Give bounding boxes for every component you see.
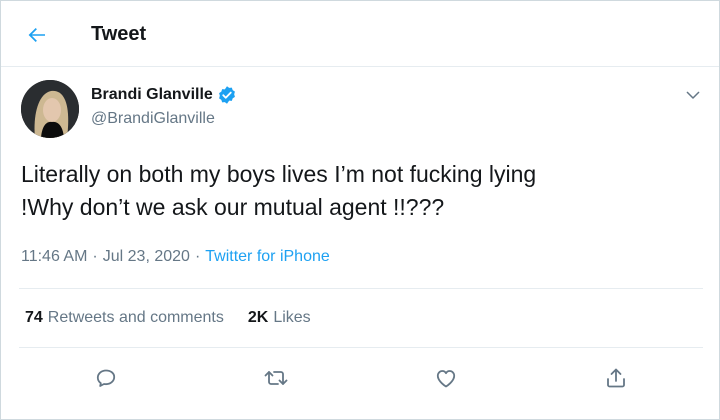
arrow-left-icon: [28, 28, 45, 42]
author-name-row: Brandi Glanville: [91, 85, 237, 105]
meta-separator: ·: [194, 248, 201, 265]
tweet-frame: Tweet Brandi Glanville @BrandiGlanville …: [0, 0, 720, 420]
divider: [19, 288, 703, 289]
tweet-text-line: Literally on both my boys lives I’m not …: [21, 161, 537, 187]
tweet-text-line: !Why don’t we ask our mutual agent !!???: [21, 194, 445, 220]
reply-icon: [96, 369, 116, 387]
back-button[interactable]: [19, 17, 55, 53]
author-handle[interactable]: @BrandiGlanville: [91, 110, 215, 128]
likes-stat[interactable]: 2K Likes: [248, 309, 311, 327]
tweet-time[interactable]: 11:46 AM: [21, 248, 87, 266]
heart-icon: [436, 370, 456, 388]
avatar[interactable]: [21, 80, 79, 138]
likes-count: 2K: [247, 309, 269, 326]
tweet-source-link[interactable]: Twitter for iPhone: [205, 248, 330, 266]
verified-badge-icon: [218, 86, 235, 104]
tweet-meta: 11:46 AM · Jul 23, 2020 · Twitter for iP…: [21, 248, 330, 266]
share-icon: [607, 368, 625, 388]
tweet-menu-button[interactable]: [679, 81, 707, 109]
page-title: Tweet: [91, 23, 147, 45]
header-bar: Tweet: [1, 1, 719, 67]
retweets-count: 74: [25, 309, 43, 326]
tweet-actions: [1, 361, 720, 395]
tweet-stats: 74 Retweets and comments 2K Likes: [25, 309, 311, 327]
retweet-icon: [264, 371, 288, 385]
tweet-text: Literally on both my boys lives I’m not …: [21, 158, 701, 224]
retweet-button[interactable]: [259, 361, 293, 395]
likes-label: Likes: [273, 309, 311, 326]
tweet-date[interactable]: Jul 23, 2020: [103, 248, 190, 266]
like-button[interactable]: [429, 361, 463, 395]
share-button[interactable]: [599, 361, 633, 395]
retweets-stat[interactable]: 74 Retweets and comments: [25, 309, 224, 327]
meta-separator: ·: [92, 248, 98, 265]
divider: [19, 347, 703, 348]
display-name[interactable]: Brandi Glanville: [91, 86, 213, 104]
reply-button[interactable]: [89, 361, 123, 395]
chevron-down-icon: [686, 91, 700, 99]
retweets-label: Retweets and comments: [47, 309, 224, 326]
